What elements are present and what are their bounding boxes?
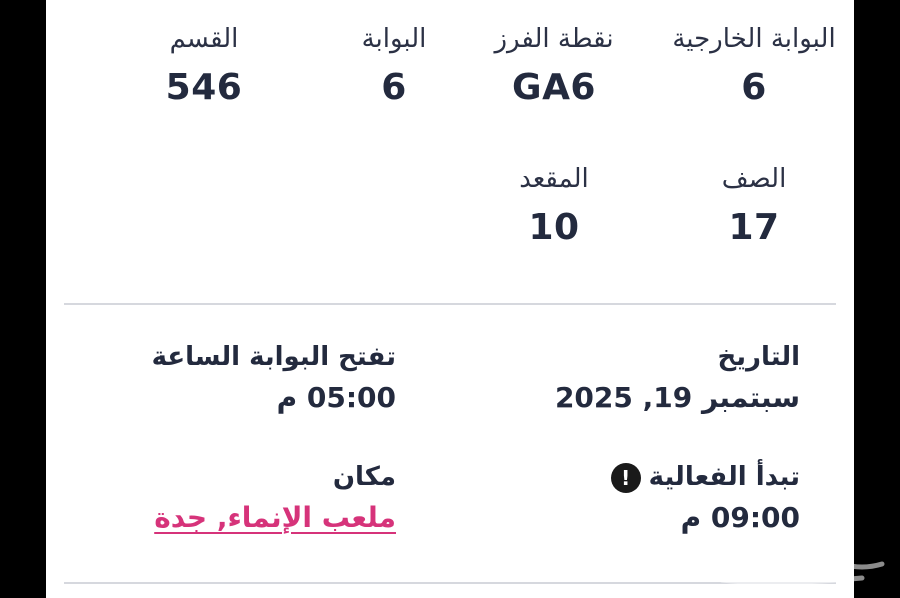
watermark-logo	[662, 546, 892, 592]
gates-open-value: 05:00 م	[276, 381, 396, 415]
sorting-point-value: GA6	[512, 67, 596, 109]
seat-label: المقعد	[519, 164, 589, 194]
event-start-value: 09:00 م	[680, 501, 800, 535]
divider-top	[64, 303, 836, 305]
gate-cell: البوابة 6	[324, 24, 464, 108]
gate-label: البوابة	[361, 24, 427, 54]
event-start-block: تبدأ الفعالية ! 09:00 م	[610, 462, 800, 535]
gate-value: 6	[381, 67, 407, 109]
section-cell: القسم 546	[134, 24, 274, 108]
external-gate-cell: البوابة الخارجية 6	[654, 24, 854, 108]
date-value: سبتمبر 19, 2025	[554, 381, 800, 415]
gates-open-block: تفتح البوابة الساعة 05:00 م	[152, 342, 396, 414]
section-label: القسم	[169, 24, 239, 54]
sorting-point-label: نقطة الفرز	[494, 24, 614, 54]
date-label: التاريخ	[717, 342, 800, 372]
event-start-label: تبدأ الفعالية	[648, 462, 800, 492]
gates-open-label: تفتح البوابة الساعة	[151, 342, 396, 372]
row-label: الصف	[721, 164, 787, 194]
venue-label: مكان	[332, 462, 396, 492]
section-value: 546	[165, 67, 243, 109]
venue-link[interactable]: ملعب الإنماء, جدة	[154, 501, 396, 534]
external-gate-value: 6	[741, 67, 767, 109]
ticket-card: البوابة الخارجية 6 نقطة الفرز GA6 البواب…	[46, 0, 854, 598]
date-block: التاريخ سبتمبر 19, 2025	[555, 342, 800, 414]
external-gate-label: البوابة الخارجية	[672, 24, 836, 54]
seat-cell: المقعد 10	[454, 164, 654, 248]
row-value: 17	[728, 207, 780, 249]
venue-block: مكان ملعب الإنماء, جدة	[154, 462, 396, 534]
seat-value: 10	[528, 207, 580, 249]
sorting-point-cell: نقطة الفرز GA6	[454, 24, 654, 108]
row-cell: الصف 17	[654, 164, 854, 248]
alert-icon[interactable]: !	[610, 462, 641, 493]
event-start-heading: تبدأ الفعالية !	[610, 462, 800, 493]
